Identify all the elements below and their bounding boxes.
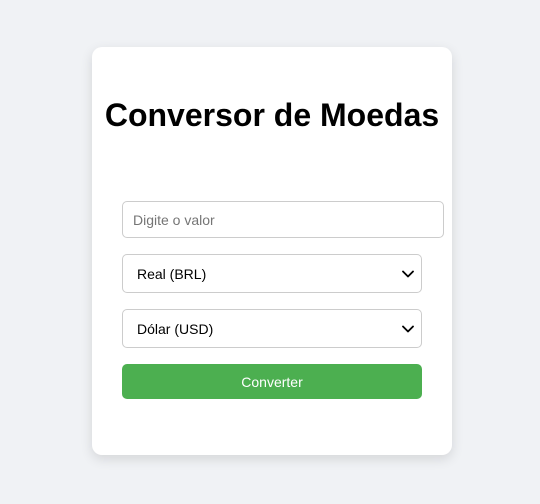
converter-card: Conversor de Moedas Real (BRL) Dólar (US… xyxy=(92,47,452,455)
to-currency-value: Dólar (USD) xyxy=(137,320,214,337)
amount-input[interactable] xyxy=(122,201,444,238)
from-currency-select[interactable]: Real (BRL) xyxy=(122,254,422,293)
chevron-down-icon xyxy=(401,322,415,336)
to-currency-select[interactable]: Dólar (USD) xyxy=(122,309,422,348)
chevron-down-icon xyxy=(401,267,415,281)
from-currency-value: Real (BRL) xyxy=(137,265,207,282)
page-title: Conversor de Moedas xyxy=(104,97,440,133)
convert-button[interactable]: Converter xyxy=(122,364,422,399)
